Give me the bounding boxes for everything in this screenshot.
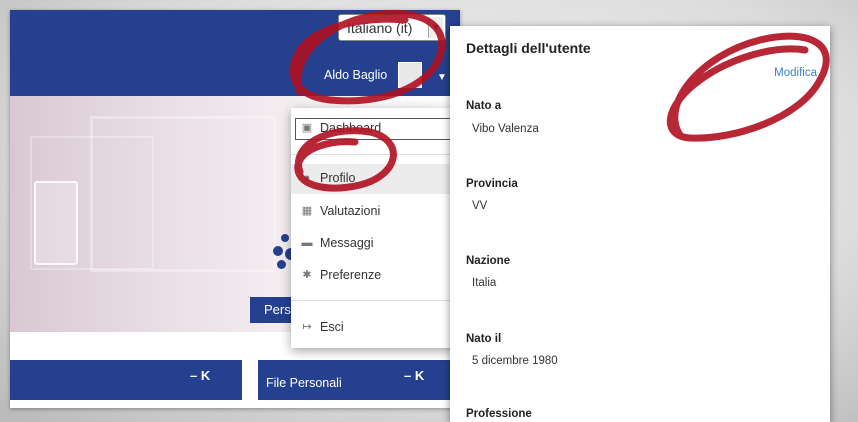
user-dropdown-menu: ▣ Dashboard ● Profilo ▦ Valutazioni ▬ Me… bbox=[291, 108, 458, 348]
edit-link[interactable]: Modifica bbox=[774, 67, 817, 79]
field-value: Italia bbox=[472, 277, 497, 289]
field-value: Vibo Valenza bbox=[472, 123, 539, 135]
field-label: Nato a bbox=[466, 100, 502, 112]
field-label: Nazione bbox=[466, 255, 511, 267]
divider bbox=[291, 300, 458, 301]
block-header: – K bbox=[10, 360, 242, 400]
menu-item-grades[interactable]: ▦ Valutazioni bbox=[291, 197, 458, 227]
block-controls[interactable]: – K bbox=[404, 368, 424, 383]
navbar: Italiano (it) ▼ Aldo Baglio ▼ bbox=[10, 10, 460, 96]
language-select[interactable]: Italiano (it) ▼ bbox=[338, 14, 446, 41]
field-value: VV bbox=[472, 200, 488, 212]
chevron-down-icon[interactable]: ▼ bbox=[428, 17, 443, 38]
field-label: Provincia bbox=[466, 178, 518, 190]
glass-illustration bbox=[34, 181, 78, 265]
menu-item-profile[interactable]: ● Profilo bbox=[291, 164, 458, 194]
gear-icon: ✱ bbox=[302, 269, 312, 281]
logout-icon: ↦ bbox=[302, 321, 312, 333]
user-name[interactable]: Aldo Baglio bbox=[324, 68, 387, 82]
grades-icon: ▦ bbox=[301, 205, 313, 217]
block-controls[interactable]: – K bbox=[190, 368, 210, 383]
background-page: Italiano (it) ▼ Aldo Baglio ▼ Pers – K F… bbox=[10, 10, 460, 408]
field-label: Nato il bbox=[466, 333, 502, 345]
menu-item-preferences[interactable]: ✱ Preferenze bbox=[291, 261, 458, 291]
language-select-value: Italiano (it) bbox=[347, 20, 413, 36]
user-menu-caret-icon[interactable]: ▼ bbox=[437, 72, 447, 83]
block-title: File Personali bbox=[266, 376, 342, 390]
user-details-panel: Dettagli dell'utente Modifica Nato a Vib… bbox=[450, 26, 830, 422]
avatar[interactable] bbox=[398, 62, 422, 88]
user-icon: ● bbox=[303, 172, 311, 184]
field-label: Professione bbox=[466, 408, 532, 420]
menu-item-messages[interactable]: ▬ Messaggi bbox=[291, 229, 458, 259]
panel-title: Dettagli dell'utente bbox=[466, 40, 591, 56]
block-header-files: File Personali – K bbox=[258, 360, 458, 400]
dashboard-icon: ▣ bbox=[301, 122, 313, 134]
field-value: 5 dicembre 1980 bbox=[472, 355, 558, 367]
divider bbox=[291, 154, 458, 155]
menu-item-logout[interactable]: ↦ Esci bbox=[291, 313, 458, 343]
message-icon: ▬ bbox=[301, 237, 313, 249]
menu-item-dashboard[interactable]: ▣ Dashboard bbox=[291, 114, 458, 144]
